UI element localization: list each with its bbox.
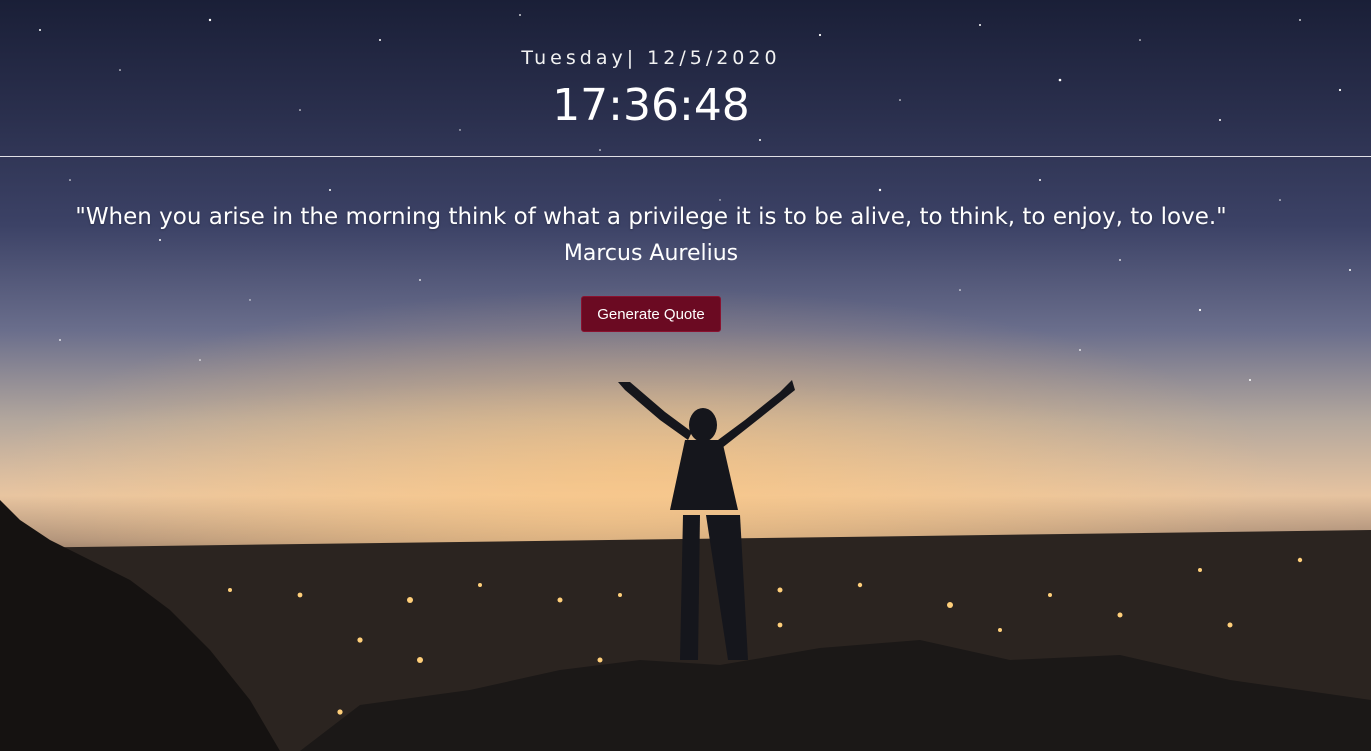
clock-header: Tuesday| 12/5/2020 17:36:48 — [0, 0, 1371, 157]
date-display: Tuesday| 12/5/2020 — [521, 47, 781, 69]
quote-author: Marcus Aurelius — [563, 241, 739, 266]
generate-quote-button[interactable]: Generate Quote — [581, 296, 721, 332]
quote-text: "When you arise in the morning think of … — [75, 204, 1227, 230]
time-display: 17:36:48 — [552, 80, 750, 131]
